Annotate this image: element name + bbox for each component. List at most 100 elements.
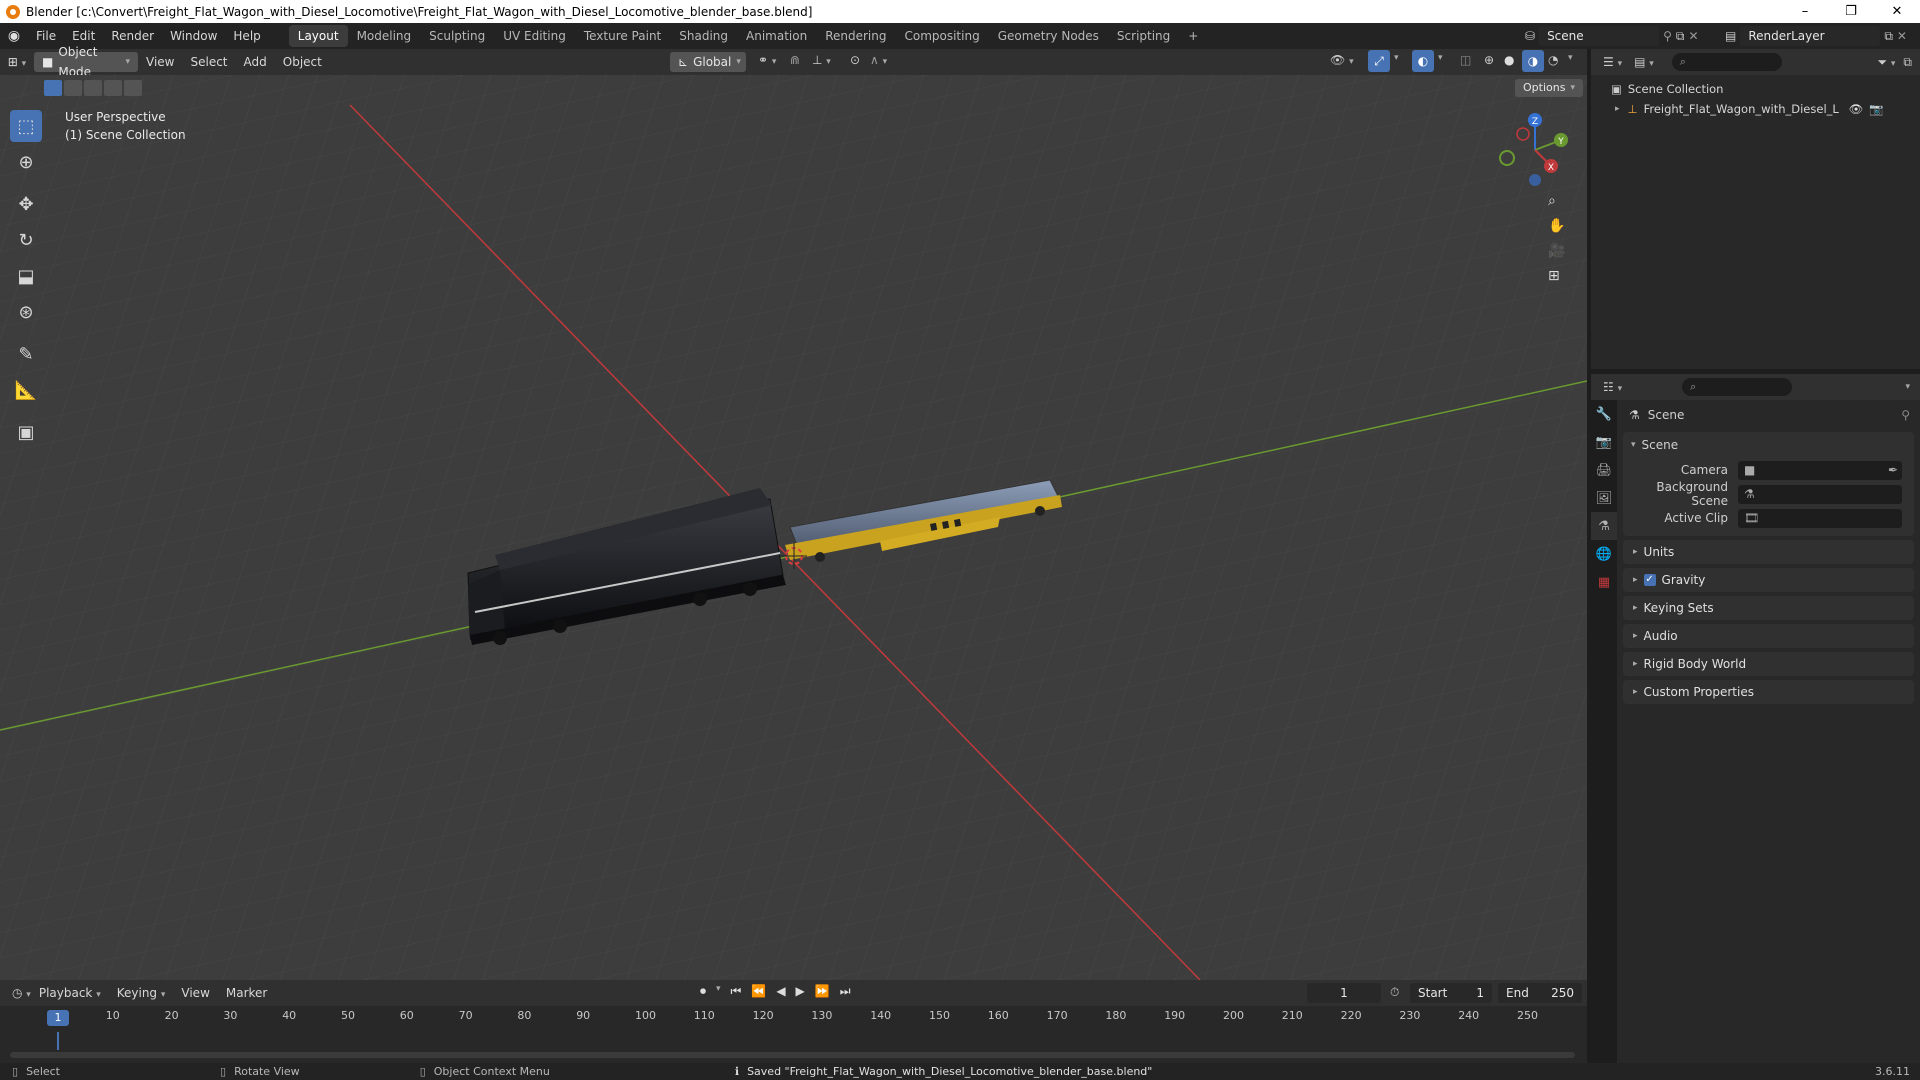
minimize-button[interactable]: –: [1782, 0, 1828, 23]
delete-view-layer-icon[interactable]: ✕: [1897, 29, 1907, 43]
scene-icon[interactable]: ⛁: [1525, 29, 1535, 43]
units-panel[interactable]: ▸ Units: [1623, 540, 1914, 564]
overlays-toggle-icon[interactable]: ◐: [1412, 50, 1434, 72]
view-layer-icon[interactable]: ▤: [1725, 29, 1736, 43]
output-properties-tab-icon[interactable]: 🖨: [1591, 456, 1617, 484]
timeline-body[interactable]: 10 20 30 40 50 60 70 80 90 100 110 120 130 140 150 160 1…: [0, 1006, 1587, 1063]
rendered-shading-icon[interactable]: ◔: [1548, 53, 1558, 67]
pin-context-icon[interactable]: ⚲: [1901, 408, 1910, 422]
tab-uv-editing[interactable]: UV Editing: [494, 25, 575, 47]
outliner-scene-collection[interactable]: ▣ Scene Collection: [1591, 79, 1920, 99]
navigation-gizmo[interactable]: Z Y X: [1495, 110, 1575, 190]
properties-editor-type-icon[interactable]: ☷ ▾: [1603, 380, 1622, 394]
editor-type-icon[interactable]: ⊞ ▾: [0, 55, 34, 69]
tab-rendering[interactable]: Rendering: [816, 25, 895, 47]
select-intersect-icon[interactable]: [124, 80, 142, 96]
pan-hand-icon[interactable]: ✋: [1548, 218, 1565, 234]
scene-panel-header[interactable]: ▾ Scene: [1623, 432, 1914, 458]
tool-properties-tab-icon[interactable]: 🔧: [1591, 400, 1617, 428]
close-button[interactable]: ✕: [1874, 0, 1920, 23]
rigid-body-world-panel[interactable]: ▸ Rigid Body World: [1623, 652, 1914, 676]
play-icon[interactable]: ▶: [796, 984, 805, 999]
next-keyframe-icon[interactable]: ⏩: [815, 984, 830, 999]
preview-range-icon[interactable]: ⏱: [1390, 985, 1399, 1000]
jump-start-icon[interactable]: ⏮: [731, 984, 742, 999]
scene-properties-tab-icon[interactable]: ⚗: [1591, 512, 1617, 540]
ortho-grid-icon[interactable]: ⊞: [1548, 268, 1565, 284]
tab-geometry-nodes[interactable]: Geometry Nodes: [989, 25, 1108, 47]
material-preview-shading-icon[interactable]: ◑: [1522, 50, 1544, 72]
start-frame-field[interactable]: Start 1: [1410, 983, 1492, 1003]
current-frame-field[interactable]: 1: [1307, 983, 1381, 1003]
tab-compositing[interactable]: Compositing: [895, 25, 988, 47]
record-icon[interactable]: ⏺: [700, 984, 706, 999]
shading-dropdown-icon[interactable]: ▾: [1568, 53, 1573, 63]
tab-scripting[interactable]: Scripting: [1108, 25, 1179, 47]
timeline-menu-view[interactable]: View: [173, 986, 217, 1000]
pin-icon[interactable]: ⚲: [1663, 29, 1672, 43]
add-workspace-button[interactable]: +: [1179, 25, 1207, 47]
display-mode-icon[interactable]: ▤ ▾: [1634, 55, 1654, 69]
select-extend-icon[interactable]: [64, 80, 82, 96]
viewport-menu-add[interactable]: Add: [236, 55, 275, 69]
view-layer-properties-tab-icon[interactable]: 🖼: [1591, 484, 1617, 512]
new-view-layer-icon[interactable]: ⧉: [1884, 29, 1893, 44]
timeline-menu-keying[interactable]: Keying ▾: [109, 986, 174, 1000]
camera-render-icon[interactable]: 📷: [1869, 102, 1883, 116]
viewport-menu-view[interactable]: View: [138, 55, 182, 69]
texture-properties-tab-icon[interactable]: ▦: [1591, 568, 1617, 596]
xray-toggle-icon[interactable]: ◫: [1460, 53, 1471, 67]
cursor-tool-icon[interactable]: ⊕: [10, 146, 42, 178]
annotate-tool-icon[interactable]: ✎: [10, 338, 42, 370]
play-reverse-icon[interactable]: ◀: [776, 984, 785, 999]
timeline-editor-type-icon[interactable]: ◷ ▾: [12, 986, 31, 1000]
background-scene-field[interactable]: ⚗: [1738, 484, 1902, 504]
gravity-checkbox[interactable]: ✓: [1643, 574, 1656, 586]
restore-button[interactable]: ❐: [1828, 0, 1874, 23]
move-tool-icon[interactable]: ✥: [10, 188, 42, 220]
keying-sets-panel[interactable]: ▸ Keying Sets: [1623, 596, 1914, 620]
properties-search-input[interactable]: ⌕: [1682, 378, 1793, 396]
timeline-menu-marker[interactable]: Marker: [218, 986, 275, 1000]
tab-modeling[interactable]: Modeling: [348, 25, 421, 47]
select-invert-icon[interactable]: [104, 80, 122, 96]
scale-tool-icon[interactable]: ⬓: [10, 260, 42, 292]
wireframe-shading-icon[interactable]: ⊕: [1484, 53, 1494, 67]
view-layer-field[interactable]: RenderLayer: [1740, 26, 1881, 46]
menu-window[interactable]: Window: [162, 23, 225, 49]
render-properties-tab-icon[interactable]: 📷: [1591, 428, 1617, 456]
outliner-search-input[interactable]: ⌕: [1671, 53, 1782, 71]
menu-help[interactable]: Help: [225, 23, 268, 49]
tab-layout[interactable]: Layout: [288, 25, 348, 47]
outliner-editor-type-icon[interactable]: ☰ ▾: [1603, 55, 1622, 69]
measure-tool-icon[interactable]: 📐: [10, 374, 42, 406]
delete-scene-icon[interactable]: ✕: [1688, 29, 1698, 43]
active-clip-field[interactable]: 🎞: [1738, 508, 1902, 528]
options-dropdown[interactable]: Options ▾: [1515, 79, 1583, 97]
scene-name-field[interactable]: Scene: [1539, 26, 1660, 46]
select-box-tool-icon[interactable]: ⬚: [10, 110, 42, 142]
overlays-dropdown-icon[interactable]: ▾: [1438, 53, 1443, 63]
blender-menu-icon[interactable]: ◉: [0, 28, 28, 44]
snap-icon[interactable]: ⋒: [790, 53, 800, 67]
gravity-panel[interactable]: ▸ ✓ Gravity: [1623, 568, 1914, 592]
camera-view-icon[interactable]: 🎥: [1548, 243, 1565, 259]
visibility-filter-icon[interactable]: 👁 ▾: [1330, 53, 1354, 67]
expand-icon[interactable]: ▸: [1615, 104, 1620, 114]
custom-properties-panel[interactable]: ▸ Custom Properties: [1623, 680, 1914, 704]
proportional-edit-icon[interactable]: ⊙: [850, 53, 860, 67]
properties-options-icon[interactable]: ▾: [1905, 382, 1910, 392]
filter-icon[interactable]: ⏷ ▾: [1877, 55, 1895, 70]
camera-field[interactable]: ■ ✒: [1738, 460, 1902, 480]
select-new-icon[interactable]: [44, 80, 62, 96]
world-properties-tab-icon[interactable]: 🌐: [1591, 540, 1617, 568]
transform-tool-icon[interactable]: ⊛: [10, 296, 42, 328]
tab-animation[interactable]: Animation: [737, 25, 816, 47]
object-mode-dropdown[interactable]: ■ Object Mode ▾: [34, 45, 138, 79]
eyedropper-icon[interactable]: ✒: [1888, 463, 1898, 477]
solid-shading-icon[interactable]: ●: [1504, 53, 1514, 67]
audio-panel[interactable]: ▸ Audio: [1623, 624, 1914, 648]
tab-shading[interactable]: Shading: [670, 25, 737, 47]
end-frame-field[interactable]: End 250: [1498, 983, 1582, 1003]
gizmos-toggle-icon[interactable]: ⤢: [1368, 50, 1390, 72]
